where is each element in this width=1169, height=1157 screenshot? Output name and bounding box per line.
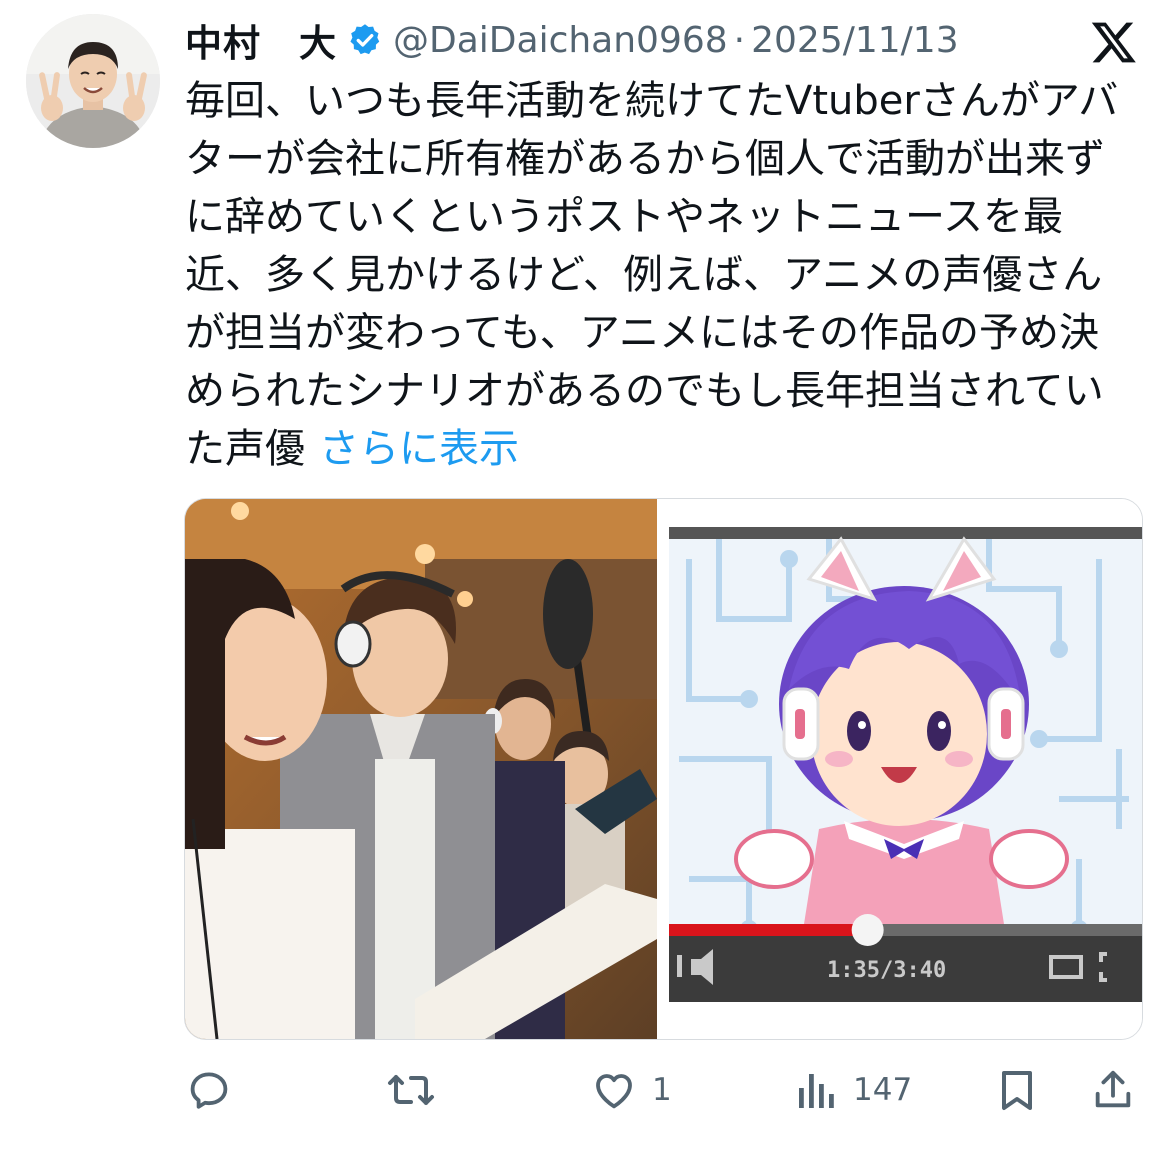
like-count: 1 xyxy=(652,1072,672,1108)
bookmark-button[interactable] xyxy=(995,1062,1039,1118)
author-handle[interactable]: @DaiDaichan0968 xyxy=(393,20,728,61)
bookmark-icon xyxy=(1002,1071,1032,1110)
views-count: 147 xyxy=(853,1072,913,1108)
verified-badge-icon xyxy=(350,24,380,55)
separator-dot: · xyxy=(733,19,746,61)
tweet-date[interactable]: 2025/11/13 xyxy=(751,20,959,61)
media-grid: 1:35/3:40 xyxy=(184,498,1143,1040)
display-name[interactable]: 中村 大 xyxy=(185,13,337,67)
player-scrubber[interactable] xyxy=(851,914,884,946)
reply-icon xyxy=(190,1072,228,1109)
avatar-photo-icon xyxy=(26,14,160,148)
share-icon xyxy=(1095,1070,1131,1108)
x-logo-icon[interactable] xyxy=(1089,18,1139,66)
tweet-body: 毎回、いつも長年活動を続けてたVtuberさんがアバターが会社に所有権があるから… xyxy=(185,78,1119,472)
media-image-right[interactable]: 1:35/3:40 xyxy=(659,499,1142,1039)
media-image-left[interactable] xyxy=(185,499,657,1039)
tweet-text: 毎回、いつも長年活動を続けてたVtuberさんがアバターが会社に所有権があるから… xyxy=(185,72,1125,478)
views-icon xyxy=(799,1074,834,1108)
retweet-icon xyxy=(388,1075,434,1105)
views-button[interactable]: 147 xyxy=(795,1062,912,1118)
heart-icon xyxy=(596,1074,632,1109)
voice-actors-recording-photo-icon xyxy=(185,499,657,1039)
like-button[interactable]: 1 xyxy=(590,1062,672,1118)
share-button[interactable] xyxy=(1090,1062,1136,1118)
show-more-link[interactable]: さらに表示 xyxy=(319,426,519,472)
reply-button[interactable] xyxy=(185,1062,247,1118)
player-time: 1:35/3:40 xyxy=(827,958,946,983)
player-progress-fill xyxy=(669,924,868,936)
tweet-actions: 1 147 xyxy=(185,1062,1145,1118)
avatar[interactable] xyxy=(26,14,160,148)
retweet-button[interactable] xyxy=(385,1062,451,1118)
vtuber-illustration-icon: 1:35/3:40 xyxy=(669,527,1142,1002)
tweet-header: 中村 大 @DaiDaichan0968 · 2025/11/13 xyxy=(185,14,959,66)
